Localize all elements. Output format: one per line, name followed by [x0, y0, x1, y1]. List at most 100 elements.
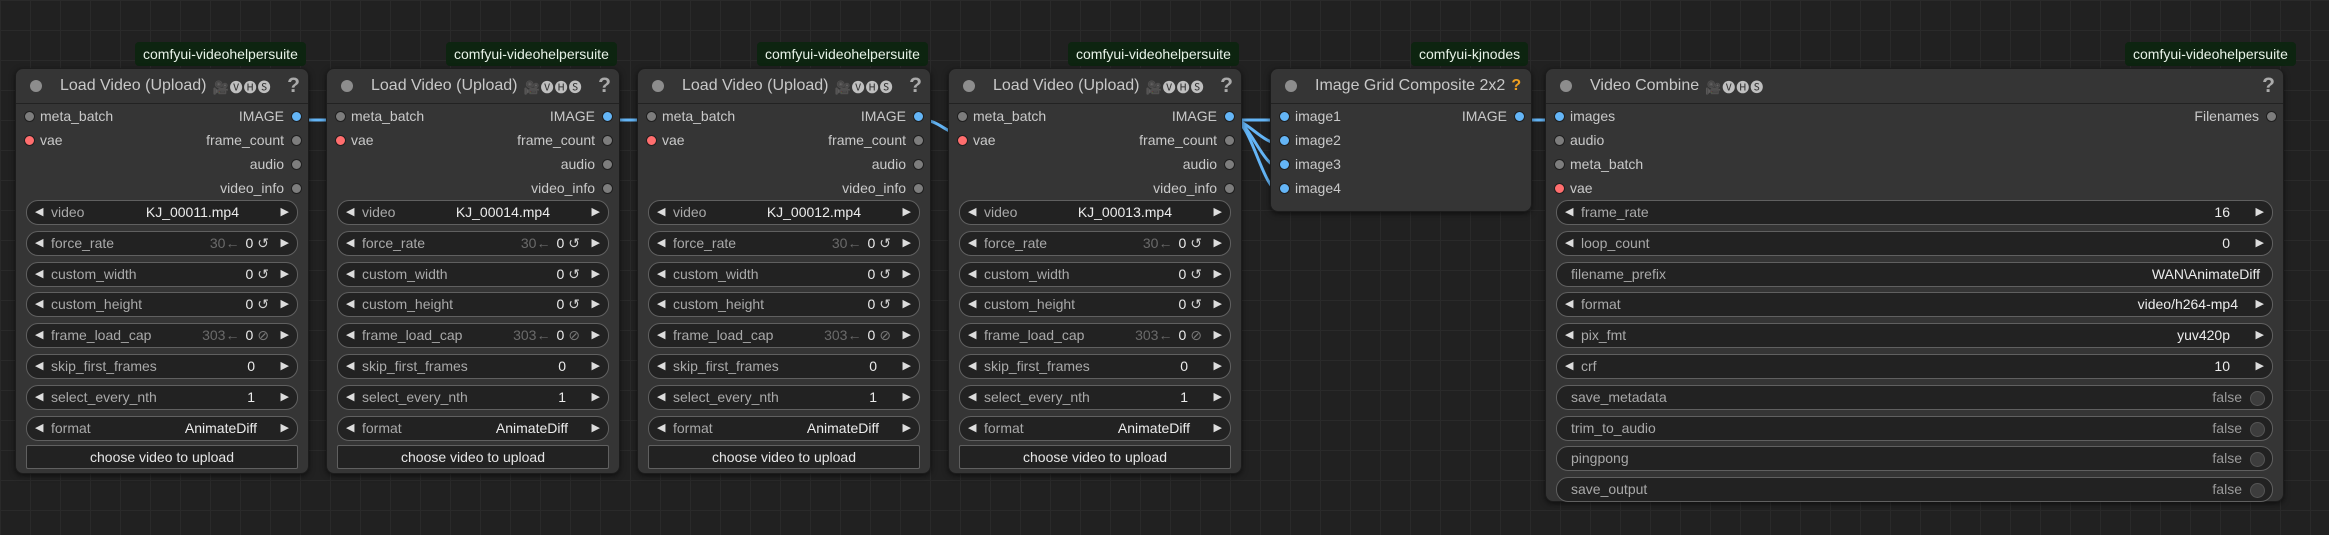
input-slot-image3[interactable]: image3 — [1271, 152, 1531, 176]
video-info-slot-icon[interactable] — [291, 183, 302, 194]
audio-slot-icon[interactable] — [1224, 159, 1235, 170]
save-output-toggle[interactable]: save_output false — [1556, 477, 2273, 503]
right-arrow-icon[interactable]: ▶ — [592, 263, 600, 286]
right-arrow-icon[interactable]: ▶ — [281, 355, 289, 378]
left-arrow-icon[interactable]: ◀ — [35, 355, 43, 378]
left-arrow-icon[interactable]: ◀ — [657, 293, 665, 316]
toggle-knob-icon[interactable] — [2250, 452, 2265, 468]
audio-slot-icon[interactable] — [291, 159, 302, 170]
node-title-bar[interactable]: Image Grid Composite 2x2 ? — [1271, 69, 1531, 104]
format-combo[interactable]: ◀ format AnimateDiff ▶ — [337, 415, 609, 441]
left-arrow-icon[interactable]: ◀ — [968, 232, 976, 255]
right-arrow-icon[interactable]: ▶ — [903, 201, 911, 224]
collapse-dot-icon[interactable] — [652, 80, 664, 92]
video-combo[interactable]: ◀ video KJ_00012.mp4 ▶ — [648, 200, 920, 225]
right-arrow-icon[interactable]: ▶ — [2256, 232, 2264, 255]
right-arrow-icon[interactable]: ▶ — [592, 232, 600, 255]
image-slot-icon[interactable] — [1224, 111, 1235, 122]
left-arrow-icon[interactable]: ◀ — [1565, 232, 1573, 255]
format-combo[interactable]: ◀ format video/h264-mp4 ▶ — [1556, 292, 2273, 318]
left-arrow-icon[interactable]: ◀ — [35, 263, 43, 286]
frame-count-slot-icon[interactable] — [1224, 135, 1235, 146]
meta-batch-slot-icon[interactable] — [335, 111, 346, 122]
image-slot-icon[interactable] — [1279, 111, 1290, 122]
force-rate-number[interactable]: ◀ force_rate 30← 0 ↺ ▶ — [337, 230, 609, 256]
left-arrow-icon[interactable]: ◀ — [346, 324, 354, 347]
frame-load-cap-number[interactable]: ◀ frame_load_cap 303← 0 ⊘ ▶ — [337, 323, 609, 349]
custom-height-number[interactable]: ◀ custom_height 0 ↺ ▶ — [337, 292, 609, 318]
right-arrow-icon[interactable]: ▶ — [1214, 355, 1222, 378]
right-arrow-icon[interactable]: ▶ — [281, 417, 289, 440]
right-arrow-icon[interactable]: ▶ — [1214, 324, 1222, 347]
format-combo[interactable]: ◀ format AnimateDiff ▶ — [959, 415, 1231, 441]
trim-to-audio-toggle[interactable]: trim_to_audio false — [1556, 415, 2273, 441]
left-arrow-icon[interactable]: ◀ — [968, 293, 976, 316]
left-arrow-icon[interactable]: ◀ — [1565, 324, 1573, 347]
video-combo[interactable]: ◀ video KJ_00013.mp4 ▶ — [959, 200, 1231, 225]
vae-slot-icon[interactable] — [24, 135, 35, 146]
left-arrow-icon[interactable]: ◀ — [1565, 355, 1573, 378]
frame-load-cap-number[interactable]: ◀ frame_load_cap 303← 0 ⊘ ▶ — [648, 323, 920, 349]
right-arrow-icon[interactable]: ▶ — [281, 263, 289, 286]
right-arrow-icon[interactable]: ▶ — [903, 417, 911, 440]
image-slot-icon[interactable] — [602, 111, 613, 122]
right-arrow-icon[interactable]: ▶ — [903, 324, 911, 347]
right-arrow-icon[interactable]: ▶ — [281, 232, 289, 255]
left-arrow-icon[interactable]: ◀ — [657, 232, 665, 255]
right-arrow-icon[interactable]: ▶ — [2256, 355, 2264, 378]
input-slot-images[interactable]: images — [1546, 104, 2283, 128]
right-arrow-icon[interactable]: ▶ — [2256, 324, 2264, 347]
right-arrow-icon[interactable]: ▶ — [1214, 263, 1222, 286]
left-arrow-icon[interactable]: ◀ — [1565, 201, 1573, 224]
frame-load-cap-number[interactable]: ◀ frame_load_cap 303← 0 ⊘ ▶ — [959, 323, 1231, 349]
node-title-bar[interactable]: Load Video (Upload) 🎥🅥🅗🅢 ? — [949, 69, 1241, 104]
custom-height-number[interactable]: ◀ custom_height 0 ↺ ▶ — [648, 292, 920, 318]
pix-fmt-combo[interactable]: ◀ pix_fmt yuv420p ▶ — [1556, 323, 2273, 349]
format-combo[interactable]: ◀ format AnimateDiff ▶ — [26, 415, 298, 441]
right-arrow-icon[interactable]: ▶ — [281, 293, 289, 316]
load-video-node[interactable]: Load Video (Upload) 🎥🅥🅗🅢 ? meta_batch va… — [637, 68, 931, 474]
select-every-nth-number[interactable]: ◀ select_every_nth 1 ▶ — [648, 384, 920, 410]
collapse-dot-icon[interactable] — [30, 80, 42, 92]
left-arrow-icon[interactable]: ◀ — [346, 355, 354, 378]
node-title-bar[interactable]: Load Video (Upload) 🎥🅥🅗🅢 ? — [16, 69, 308, 104]
audio-slot-icon[interactable] — [913, 159, 924, 170]
image-slot-icon[interactable] — [1279, 135, 1290, 146]
frame-load-cap-number[interactable]: ◀ frame_load_cap 303← 0 ⊘ ▶ — [26, 323, 298, 349]
left-arrow-icon[interactable]: ◀ — [35, 386, 43, 409]
right-arrow-icon[interactable]: ▶ — [592, 417, 600, 440]
skip-first-frames-number[interactable]: ◀ skip_first_frames 0 ▶ — [26, 353, 298, 379]
custom-height-number[interactable]: ◀ custom_height 0 ↺ ▶ — [26, 292, 298, 318]
right-arrow-icon[interactable]: ▶ — [903, 355, 911, 378]
meta-batch-slot-icon[interactable] — [957, 111, 968, 122]
left-arrow-icon[interactable]: ◀ — [346, 293, 354, 316]
custom-width-number[interactable]: ◀ custom_width 0 ↺ ▶ — [26, 261, 298, 287]
left-arrow-icon[interactable]: ◀ — [346, 201, 354, 224]
custom-width-number[interactable]: ◀ custom_width 0 ↺ ▶ — [648, 261, 920, 287]
custom-height-number[interactable]: ◀ custom_height 0 ↺ ▶ — [959, 292, 1231, 318]
load-video-node[interactable]: Load Video (Upload) 🎥🅥🅗🅢 ? meta_batch va… — [15, 68, 309, 474]
force-rate-number[interactable]: ◀ force_rate 30← 0 ↺ ▶ — [26, 230, 298, 256]
left-arrow-icon[interactable]: ◀ — [968, 417, 976, 440]
skip-first-frames-number[interactable]: ◀ skip_first_frames 0 ▶ — [959, 353, 1231, 379]
right-arrow-icon[interactable]: ▶ — [281, 201, 289, 224]
right-arrow-icon[interactable]: ▶ — [281, 324, 289, 347]
left-arrow-icon[interactable]: ◀ — [968, 201, 976, 224]
right-arrow-icon[interactable]: ▶ — [1214, 201, 1222, 224]
load-video-node[interactable]: Load Video (Upload) 🎥🅥🅗🅢 ? meta_batch va… — [948, 68, 1242, 474]
right-arrow-icon[interactable]: ▶ — [1214, 293, 1222, 316]
image-slot-icon[interactable] — [291, 111, 302, 122]
frame-count-slot-icon[interactable] — [291, 135, 302, 146]
right-arrow-icon[interactable]: ▶ — [1214, 232, 1222, 255]
video-combo[interactable]: ◀ video KJ_00014.mp4 ▶ — [337, 200, 609, 225]
image-slot-icon[interactable] — [1279, 159, 1290, 170]
skip-first-frames-number[interactable]: ◀ skip_first_frames 0 ▶ — [648, 353, 920, 379]
video-combo[interactable]: ◀ video KJ_00011.mp4 ▶ — [26, 200, 298, 225]
collapse-dot-icon[interactable] — [963, 80, 975, 92]
right-arrow-icon[interactable]: ▶ — [592, 355, 600, 378]
video-info-slot-icon[interactable] — [602, 183, 613, 194]
choose-video-button[interactable]: choose video to upload — [648, 445, 920, 470]
loop-count-number[interactable]: ◀ loop_count 0 ▶ — [1556, 230, 2273, 256]
left-arrow-icon[interactable]: ◀ — [346, 417, 354, 440]
toggle-knob-icon[interactable] — [2250, 421, 2265, 437]
